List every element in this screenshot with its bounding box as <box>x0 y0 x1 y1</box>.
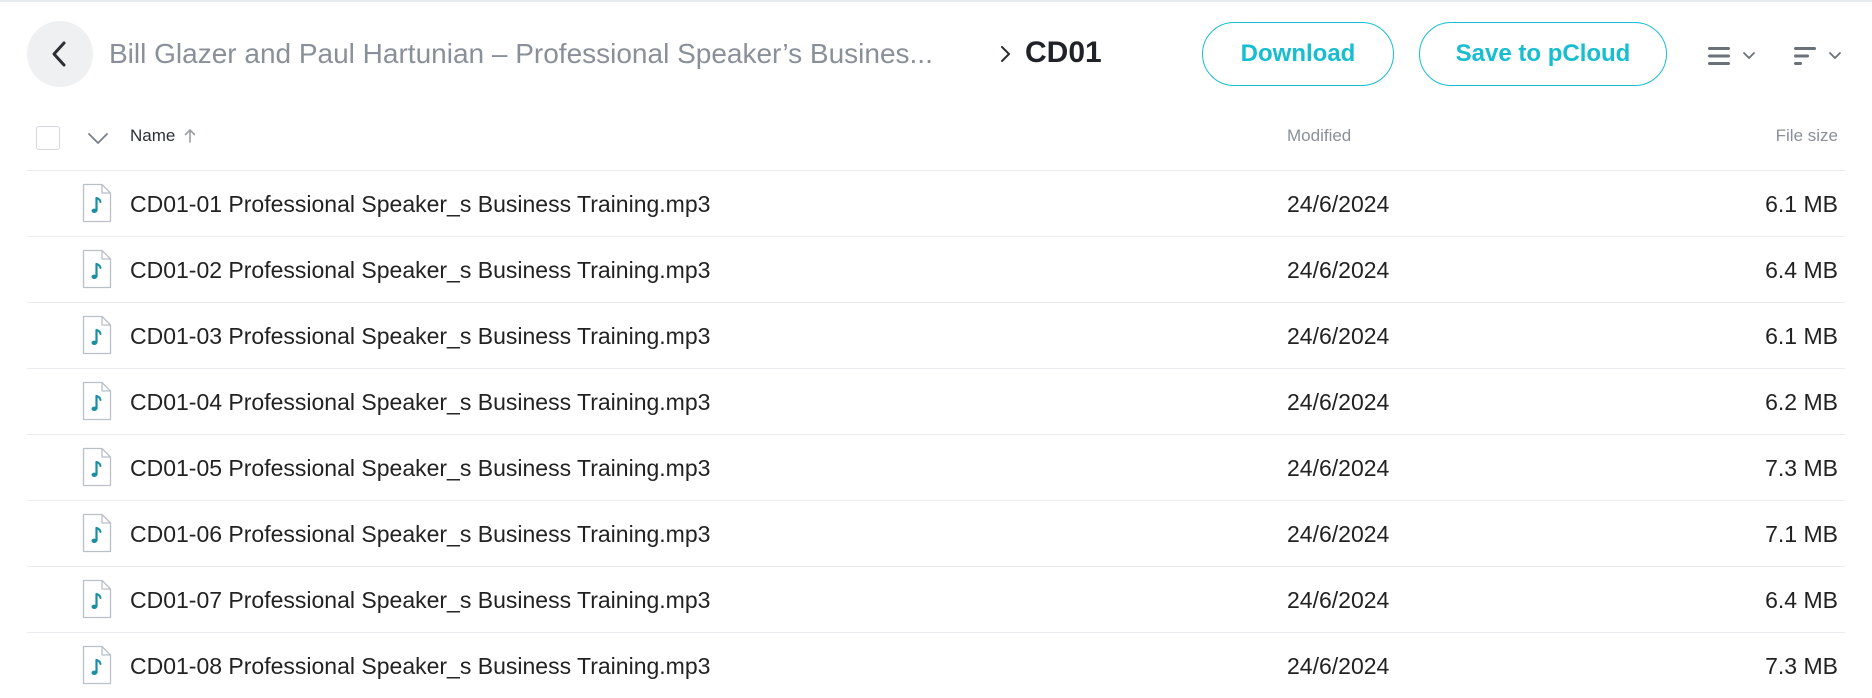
file-row[interactable]: CD01-05 Professional Speaker_s Business … <box>27 435 1845 501</box>
chevron-down-icon <box>1743 52 1755 60</box>
arrow-left-icon <box>52 41 66 67</box>
file-name[interactable]: CD01-01 Professional Speaker_s Business … <box>130 190 710 218</box>
audio-file-icon <box>81 315 113 355</box>
chevron-down-icon <box>1829 52 1841 60</box>
file-name[interactable]: CD01-02 Professional Speaker_s Business … <box>130 256 710 284</box>
back-button[interactable] <box>27 21 93 87</box>
file-size: 6.2 MB <box>1765 389 1838 415</box>
select-all-checkbox[interactable] <box>36 126 60 150</box>
file-size: 7.1 MB <box>1765 521 1838 547</box>
file-size: 7.3 MB <box>1765 653 1838 679</box>
file-name[interactable]: CD01-08 Professional Speaker_s Business … <box>130 652 710 680</box>
file-name[interactable]: CD01-05 Professional Speaker_s Business … <box>130 454 710 482</box>
file-list: CD01-01 Professional Speaker_s Business … <box>27 171 1845 698</box>
file-row[interactable]: CD01-08 Professional Speaker_s Business … <box>27 633 1845 698</box>
download-button[interactable]: Download <box>1202 22 1394 86</box>
file-size: 6.4 MB <box>1765 257 1838 283</box>
sort-toggle[interactable] <box>1792 42 1848 70</box>
list-view-icon <box>1708 47 1730 65</box>
file-name[interactable]: CD01-06 Professional Speaker_s Business … <box>130 520 710 548</box>
file-row[interactable]: CD01-07 Professional Speaker_s Business … <box>27 567 1845 633</box>
file-modified: 24/6/2024 <box>1287 191 1390 217</box>
file-modified: 24/6/2024 <box>1287 323 1390 349</box>
column-name-label: Name <box>130 126 176 145</box>
breadcrumb-parent[interactable]: Bill Glazer and Paul Hartunian – Profess… <box>109 37 977 71</box>
save-to-pcloud-button[interactable]: Save to pCloud <box>1419 22 1667 86</box>
column-modified-header[interactable]: Modified <box>1287 126 1351 146</box>
audio-file-icon <box>81 513 113 553</box>
file-row[interactable]: CD01-04 Professional Speaker_s Business … <box>27 369 1845 435</box>
audio-file-icon <box>81 645 113 685</box>
file-row[interactable]: CD01-06 Professional Speaker_s Business … <box>27 501 1845 567</box>
file-name[interactable]: CD01-04 Professional Speaker_s Business … <box>130 388 710 416</box>
file-size: 6.4 MB <box>1765 587 1838 613</box>
file-row[interactable]: CD01-02 Professional Speaker_s Business … <box>27 237 1845 303</box>
file-modified: 24/6/2024 <box>1287 521 1390 547</box>
header: Bill Glazer and Paul Hartunian – Profess… <box>0 2 1872 106</box>
view-mode-toggle[interactable] <box>1706 42 1764 70</box>
file-size: 7.3 MB <box>1765 455 1838 481</box>
file-row[interactable]: CD01-01 Professional Speaker_s Business … <box>27 171 1845 237</box>
sort-ascending-icon <box>185 129 196 143</box>
file-modified: 24/6/2024 <box>1287 653 1390 679</box>
sort-icon <box>1794 47 1816 65</box>
file-size: 6.1 MB <box>1765 191 1838 217</box>
file-modified: 24/6/2024 <box>1287 389 1390 415</box>
audio-file-icon <box>81 381 113 421</box>
table-header: Name Modified File size <box>27 106 1845 171</box>
file-modified: 24/6/2024 <box>1287 587 1390 613</box>
column-size-header[interactable]: File size <box>1776 126 1838 146</box>
file-row[interactable]: CD01-03 Professional Speaker_s Business … <box>27 303 1845 369</box>
file-name[interactable]: CD01-07 Professional Speaker_s Business … <box>130 586 710 614</box>
file-modified: 24/6/2024 <box>1287 455 1390 481</box>
audio-file-icon <box>81 183 113 223</box>
file-name[interactable]: CD01-03 Professional Speaker_s Business … <box>130 322 710 350</box>
chevron-right-icon <box>1001 46 1010 62</box>
breadcrumb-current: CD01 <box>1025 36 1102 69</box>
audio-file-icon <box>81 579 113 619</box>
audio-file-icon <box>81 447 113 487</box>
file-modified: 24/6/2024 <box>1287 257 1390 283</box>
file-size: 6.1 MB <box>1765 323 1838 349</box>
audio-file-icon <box>81 249 113 289</box>
column-name-header[interactable]: Name <box>130 126 197 146</box>
select-options-chevron-icon[interactable] <box>85 128 111 148</box>
